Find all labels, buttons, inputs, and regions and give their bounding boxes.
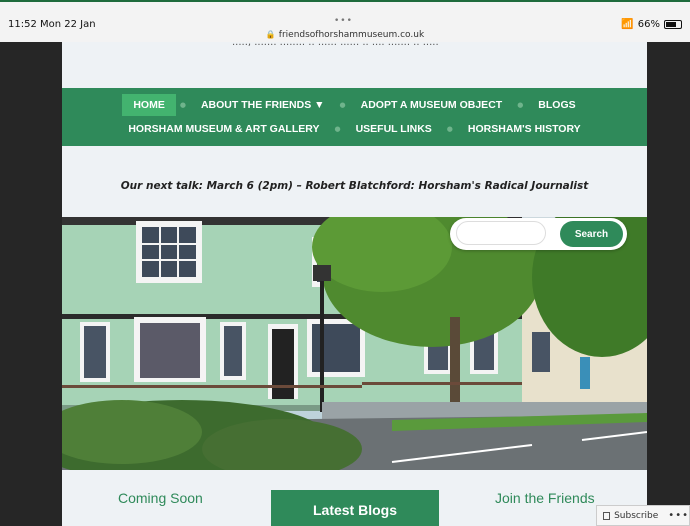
browser-status-bar: 11:52 Mon 22 Jan ••• 🔒 friendsofhorshammu… [0, 0, 690, 42]
nav-separator: ● [517, 101, 524, 109]
nav-row-primary: HOME ● ABOUT THE FRIENDS ▼ ● ADOPT A MUSEUM … [62, 94, 647, 116]
cut-off-tagline: ....., ....... ........ .. ...... ......… [232, 42, 439, 48]
coming-soon-heading: Coming Soon [118, 490, 203, 506]
nav-row-secondary: HORSHAM MUSEUM & ART GALLERY ● USEFUL LINK… [62, 118, 647, 140]
status-time: 11:52 Mon 22 Jan [8, 19, 96, 30]
search-form: Search [450, 218, 627, 250]
next-talk-announcement: Our next talk: March 6 (2pm) – Robert Bl… [120, 180, 589, 192]
nav-separator: ● [334, 125, 341, 133]
url-text: friendsofhorshammuseum.co.uk [278, 30, 425, 40]
battery-icon [664, 20, 682, 29]
lock-icon: 🔒 [265, 30, 276, 39]
web-page: ....., ....... ........ .. ...... ......… [62, 42, 647, 526]
nav-item-horsham-museum-art-gallery[interactable]: HORSHAM MUSEUM & ART GALLERY [117, 118, 330, 140]
wifi-icon: 📶 [621, 19, 634, 30]
main-navigation: HOME ● ABOUT THE FRIENDS ▼ ● ADOPT A MUSEUM … [62, 88, 647, 146]
subscribe-label[interactable]: Subscribe [614, 511, 658, 521]
subscribe-icon [603, 511, 611, 520]
subscribe-bar[interactable]: Subscribe ••• [596, 505, 690, 526]
nav-item-adopt-a-museum-object[interactable]: ADOPT A MUSEUM OBJECT [350, 94, 514, 116]
search-input[interactable] [456, 221, 546, 245]
nav-separator: ● [179, 101, 186, 109]
nav-item-horsham-s-history[interactable]: HORSHAM'S HISTORY [457, 118, 592, 140]
museum-photo [62, 217, 647, 470]
search-button[interactable]: Search [560, 221, 623, 247]
nav-separator: ● [446, 125, 453, 133]
status-indicators: 📶 66% [621, 19, 682, 30]
nav-item-about-the-friends[interactable]: ABOUT THE FRIENDS ▼ [190, 94, 336, 116]
latest-blogs-heading: Latest Blogs [271, 490, 439, 526]
nav-separator: ● [339, 101, 346, 109]
more-dots-icon[interactable]: ••• [334, 16, 353, 26]
more-options-icon[interactable]: ••• [668, 510, 689, 521]
battery-percent: 66% [637, 19, 660, 30]
join-friends-heading: Join the Friends [495, 490, 595, 506]
nav-item-useful-links[interactable]: USEFUL LINKS [345, 118, 443, 140]
nav-item-blogs[interactable]: BLOGS [527, 94, 586, 116]
address-bar[interactable]: 🔒 friendsofhorshammuseum.co.uk [0, 30, 690, 40]
nav-item-home[interactable]: HOME [122, 94, 176, 116]
hero-image-horsham-museum: Search [62, 217, 647, 470]
